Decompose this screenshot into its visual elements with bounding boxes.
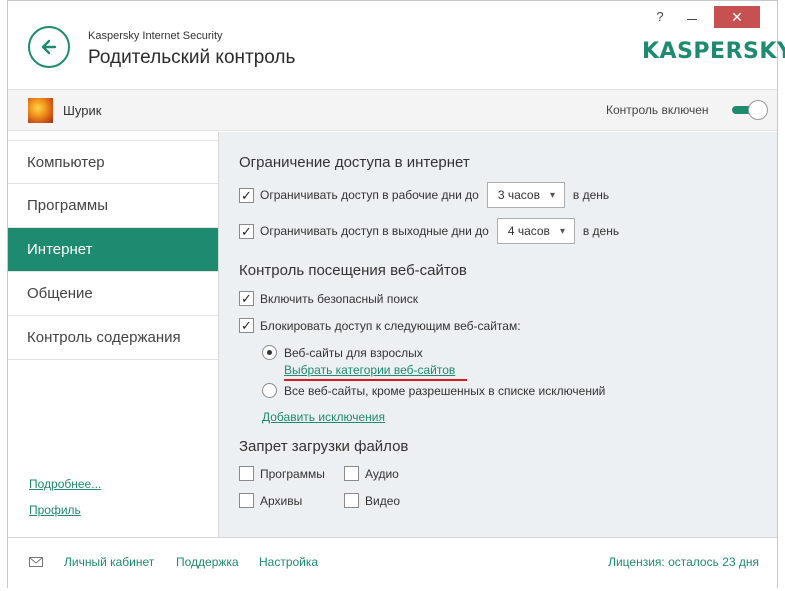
safe-search-checkbox[interactable]: ✓ [239, 291, 254, 306]
archives-label: Архивы [260, 493, 303, 508]
checkmark-icon: ✓ [241, 318, 252, 333]
workdays-limit-row: ✓ Ограничивать доступ в рабочие дни до 3… [239, 182, 609, 208]
weekends-checkbox[interactable]: ✓ [239, 223, 254, 239]
adult-sites-radio[interactable] [262, 345, 277, 360]
app-name: Kaspersky Internet Security [88, 30, 223, 42]
all-except-label: Все веб-сайты, кроме разрешенных в списк… [284, 383, 606, 398]
workdays-hours-select[interactable]: 3 часов ▾ [486, 182, 565, 208]
audio-checkbox[interactable] [344, 466, 359, 481]
weekends-limit-row: ✓ Ограничивать доступ в выходные дни до … [239, 218, 619, 244]
video-download-row: Видео [344, 493, 400, 508]
add-exceptions-link[interactable]: Добавить исключения [262, 410, 385, 424]
internet-access-title: Ограничение доступа в интернет [239, 154, 470, 171]
chevron-down-icon: ▾ [559, 225, 565, 237]
site-control-title: Контроль посещения веб-сайтов [239, 262, 467, 279]
app-window: Kaspersky Internet Security Родительский… [7, 0, 785, 588]
programs-checkbox[interactable] [239, 466, 254, 481]
workdays-suffix: в день [572, 188, 610, 202]
weekends-hours-select[interactable]: 4 часов ▾ [496, 218, 575, 244]
archives-checkbox[interactable] [239, 493, 254, 508]
sidebar-item-internet[interactable]: Интернет [8, 228, 218, 272]
logo-text: KASPERSKY [642, 39, 785, 64]
safe-search-row: ✓ Включить безопасный поиск [239, 291, 418, 306]
archives-download-row: Архивы [239, 493, 302, 508]
choose-categories-link[interactable]: Выбрать категории веб-сайтов [284, 363, 455, 377]
control-toggle[interactable] [730, 100, 768, 120]
workdays-label: Ограничивать доступ в рабочие дни до [260, 188, 479, 202]
settings-link[interactable]: Настройка [259, 555, 318, 569]
mail-icon [29, 557, 43, 567]
weekends-hours-value: 4 часов [507, 224, 550, 238]
checkmark-icon: ✓ [241, 187, 252, 203]
checkmark-icon: ✓ [241, 291, 252, 306]
choose-categories-row: Выбрать категории веб-сайтов [284, 363, 455, 377]
user-bar: Шурик Контроль включен [8, 89, 777, 131]
sidebar-item-content-control[interactable]: Контроль содержания [8, 316, 218, 360]
weekends-label: Ограничивать доступ в выходные дни до [260, 224, 489, 238]
programs-download-row: Программы [239, 466, 325, 481]
checkmark-icon: ✓ [241, 223, 252, 239]
more-link[interactable]: Подробнее... [29, 477, 101, 491]
footer: Личный кабинет Поддержка Настройка Лицен… [8, 537, 777, 588]
sidebar: Компьютер Программы Интернет Общение Кон… [8, 132, 218, 537]
download-ban-title: Запрет загрузки файлов [239, 438, 409, 455]
all-except-radio[interactable] [262, 383, 277, 398]
close-button[interactable]: ✕ [714, 6, 760, 28]
programs-label: Программы [260, 466, 325, 481]
block-sites-label: Блокировать доступ к следующим веб-сайта… [260, 318, 521, 333]
adult-sites-row: Веб-сайты для взрослых [262, 345, 423, 360]
arrow-left-icon [41, 39, 57, 55]
workdays-hours-value: 3 часов [497, 188, 540, 202]
weekends-suffix: в день [582, 224, 620, 238]
audio-download-row: Аудио [344, 466, 399, 481]
add-exceptions-row: Добавить исключения [262, 410, 385, 424]
page-title: Родительский контроль [88, 47, 296, 68]
sidebar-item-computer[interactable]: Компьютер [8, 140, 218, 184]
minimize-button[interactable] [683, 9, 701, 27]
help-button[interactable]: ? [651, 9, 669, 27]
adult-sites-label: Веб-сайты для взрослых [284, 345, 423, 360]
all-except-row: Все веб-сайты, кроме разрешенных в списк… [262, 383, 605, 398]
chevron-down-icon: ▾ [549, 189, 556, 201]
workdays-checkbox[interactable]: ✓ [239, 187, 254, 203]
license-link[interactable]: Лицензия: осталось 23 дня [608, 555, 759, 569]
control-status-label: Контроль включен [606, 103, 709, 117]
sidebar-item-programs[interactable]: Программы [8, 184, 218, 228]
back-button[interactable] [28, 26, 70, 68]
main-panel: Ограничение доступа в интернет ✓ Огранич… [218, 132, 777, 537]
support-link[interactable]: Поддержка [176, 555, 239, 569]
audio-label: Аудио [365, 466, 399, 481]
highlight-underline [284, 379, 467, 381]
account-link[interactable]: Личный кабинет [64, 555, 154, 569]
safe-search-label: Включить безопасный поиск [260, 291, 418, 306]
video-label: Видео [365, 493, 401, 508]
kaspersky-logo: KASPERSKYlab [642, 39, 785, 64]
toggle-knob [748, 100, 768, 120]
sidebar-item-communication[interactable]: Общение [8, 272, 218, 316]
avatar [28, 98, 53, 123]
user-name: Шурик [63, 103, 102, 118]
block-sites-row: ✓ Блокировать доступ к следующим веб-сай… [239, 318, 521, 333]
profile-link[interactable]: Профиль [29, 503, 81, 517]
video-checkbox[interactable] [344, 493, 359, 508]
block-sites-checkbox[interactable]: ✓ [239, 318, 254, 333]
